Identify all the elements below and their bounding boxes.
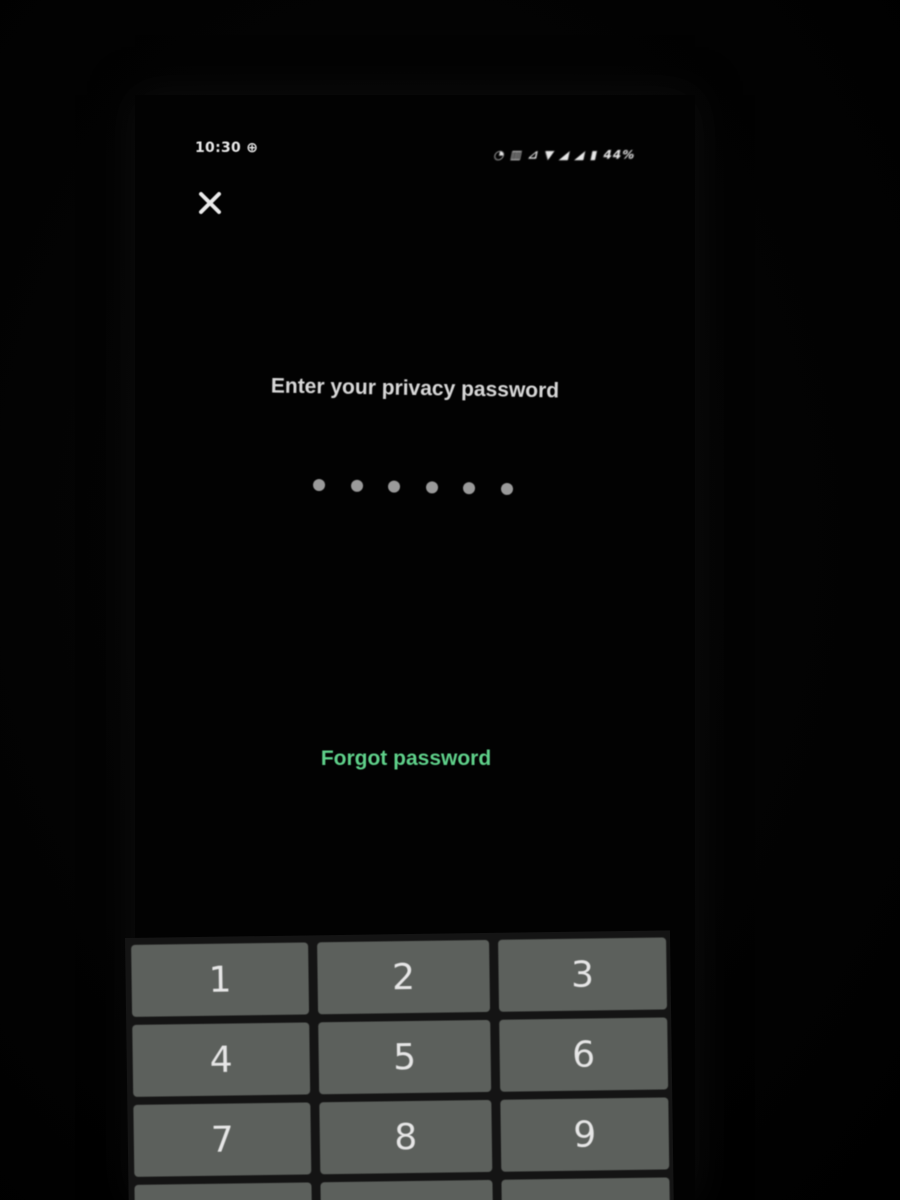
numeric-keypad: 1 2 3 4 5 6 7 8 9	[125, 930, 674, 1200]
status-icons: ◔ ▥ ⊿ ▼ ◢ ◢ ▮ 44%	[492, 148, 637, 162]
key-0[interactable]	[320, 1179, 494, 1200]
key-2[interactable]: 2	[317, 939, 491, 1015]
status-time: 10:30 ⊕	[195, 140, 258, 156]
password-dots	[312, 478, 514, 499]
clock-text: 10:30	[195, 140, 242, 156]
close-icon[interactable]	[197, 190, 223, 216]
phone-screen: 10:30 ⊕ ◔ ▥ ⊿ ▼ ◢ ◢ ▮ 44% Enter your pri…	[125, 95, 695, 1200]
key-5[interactable]: 5	[318, 1019, 492, 1095]
password-prompt-title: Enter your privacy password	[270, 374, 560, 403]
notification-icon: ⊕	[246, 140, 259, 156]
password-dot	[388, 480, 401, 493]
photo-scene: 10:30 ⊕ ◔ ▥ ⊿ ▼ ◢ ◢ ▮ 44% Enter your pri…	[0, 0, 900, 1200]
status-bar: 10:30 ⊕ ◔ ▥ ⊿ ▼ ◢ ◢ ▮ 44%	[195, 140, 637, 170]
key-4[interactable]: 4	[132, 1022, 311, 1097]
key-bottom-left[interactable]	[134, 1182, 313, 1200]
forgot-password-link[interactable]: Forgot password	[135, 747, 677, 771]
password-dot	[350, 479, 363, 492]
key-7[interactable]: 7	[133, 1102, 312, 1177]
password-dot	[463, 482, 476, 495]
key-backspace[interactable]	[501, 1177, 671, 1200]
password-dot	[500, 482, 514, 496]
key-3[interactable]: 3	[498, 937, 668, 1012]
key-6[interactable]: 6	[499, 1017, 669, 1092]
password-dot	[425, 481, 438, 494]
password-dot	[312, 478, 326, 492]
key-8[interactable]: 8	[319, 1099, 493, 1175]
key-1[interactable]: 1	[131, 942, 310, 1017]
key-9[interactable]: 9	[500, 1097, 670, 1172]
